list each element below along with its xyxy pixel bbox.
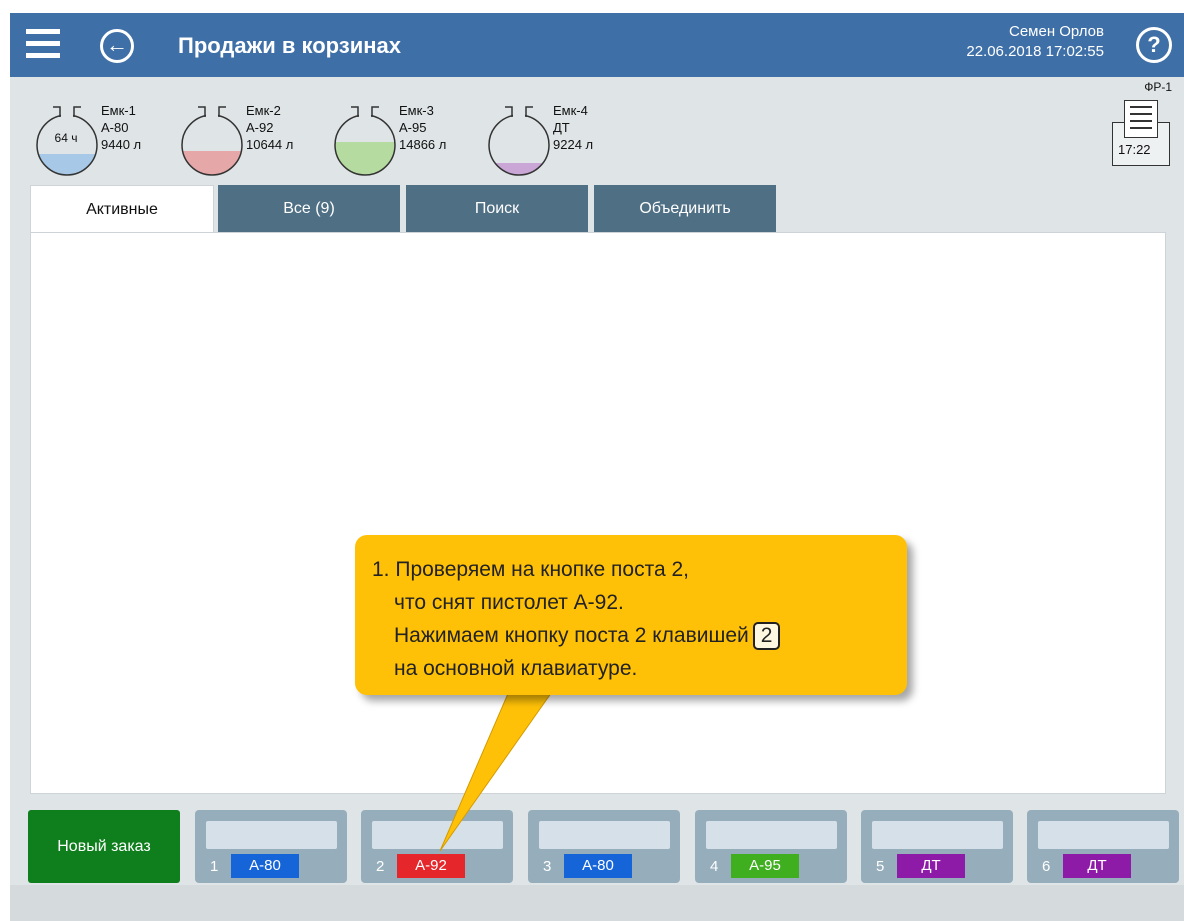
instruction-line-1: 1. Проверяем на кнопке поста 2,: [372, 558, 690, 581]
instruction-text: 1. Проверяем на кнопке поста 2, что снят…: [372, 553, 781, 685]
key-2-icon: 2: [752, 622, 781, 650]
instruction-line-2: что снят пистолет А-92.: [394, 591, 624, 614]
callout-pointer: [439, 688, 555, 852]
app-window: ← Продажи в корзинах Семен Орлов 22.06.2…: [10, 13, 1184, 921]
instruction-line-3: Нажимаем кнопку поста 2 клавишей 2: [372, 619, 781, 652]
top-strip: [0, 0, 1184, 13]
instruction-line-4: на основной клавиатуре.: [394, 657, 638, 680]
